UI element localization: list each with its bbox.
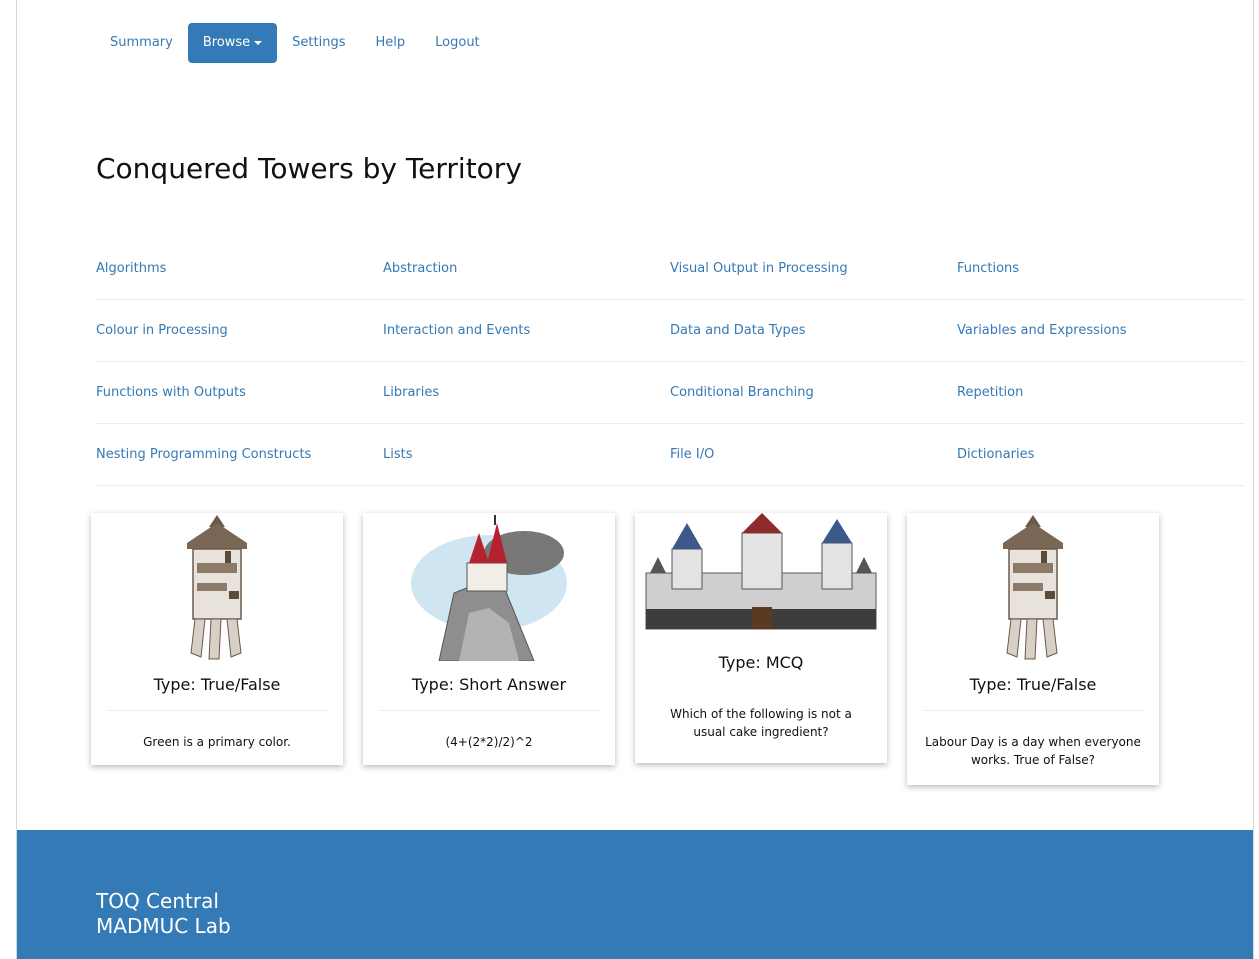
footer: TOQ Central MADMUC Lab: [17, 830, 1253, 959]
territory-link[interactable]: Repetition: [957, 385, 1244, 400]
footer-subtitle: MADMUC Lab: [96, 914, 231, 938]
card-question: (4+(2*2)/2)^2: [445, 735, 533, 749]
territory-link[interactable]: Dictionaries: [957, 447, 1244, 462]
territory-link[interactable]: Data and Data Types: [670, 323, 957, 338]
territory-row: Colour in Processing Interaction and Eve…: [96, 300, 1244, 362]
tower-card[interactable]: Type: Short Answer (4+(2*2)/2)^2: [363, 513, 615, 765]
territory-link[interactable]: Conditional Branching: [670, 385, 957, 400]
tower-card[interactable]: Type: True/False Labour Day is a day whe…: [907, 513, 1159, 785]
nav-browse-label: Browse: [202, 35, 251, 50]
tower-card[interactable]: Type: True/False Green is a primary colo…: [91, 513, 343, 765]
territory-link[interactable]: Variables and Expressions: [957, 323, 1244, 338]
card-type: Type: True/False: [153, 675, 281, 694]
top-nav: Summary Browse Settings Help Logout: [95, 23, 495, 63]
territory-grid: Algorithms Abstraction Visual Output in …: [96, 238, 1244, 486]
territory-link[interactable]: Colour in Processing: [96, 323, 383, 338]
territory-link[interactable]: Functions: [957, 261, 1244, 276]
page-title: Conquered Towers by Territory: [96, 152, 522, 185]
card-question: Labour Day is a day when everyone works.…: [925, 735, 1141, 767]
territory-link[interactable]: Functions with Outputs: [96, 385, 383, 400]
nav-help[interactable]: Help: [361, 23, 421, 63]
card-question: Green is a primary color.: [143, 735, 291, 749]
territory-link[interactable]: Libraries: [383, 385, 670, 400]
caret-down-icon: [254, 40, 263, 45]
footer-title: TOQ Central: [96, 889, 219, 913]
tower-image: [907, 513, 1159, 661]
territory-link[interactable]: Interaction and Events: [383, 323, 670, 338]
territory-link[interactable]: File I/O: [670, 447, 957, 462]
territory-link[interactable]: Abstraction: [383, 261, 670, 276]
tower-image: [91, 513, 343, 661]
territory-row: Nesting Programming Constructs Lists Fil…: [96, 424, 1244, 486]
nav-summary[interactable]: Summary: [95, 23, 188, 63]
territory-link[interactable]: Nesting Programming Constructs: [96, 447, 383, 462]
card-type: Type: True/False: [969, 675, 1097, 694]
cliff-castle-image: [363, 513, 615, 661]
nav-browse-dropdown[interactable]: Browse: [187, 23, 278, 63]
territory-row: Algorithms Abstraction Visual Output in …: [96, 238, 1244, 300]
card-type: Type: MCQ: [718, 653, 804, 672]
page-frame: Summary Browse Settings Help Logout Conq…: [16, 0, 1254, 959]
territory-link[interactable]: Visual Output in Processing: [670, 261, 957, 276]
tower-card[interactable]: Type: MCQ Which of the following is not …: [635, 513, 887, 763]
card-type: Type: Short Answer: [411, 675, 567, 694]
territory-link[interactable]: Algorithms: [96, 261, 383, 276]
card-question: Which of the following is not a usual ca…: [670, 707, 852, 739]
nav-logout[interactable]: Logout: [420, 23, 495, 63]
territory-link[interactable]: Lists: [383, 447, 670, 462]
fortress-image: [635, 513, 887, 641]
territory-row: Functions with Outputs Libraries Conditi…: [96, 362, 1244, 424]
nav-settings[interactable]: Settings: [277, 23, 360, 63]
